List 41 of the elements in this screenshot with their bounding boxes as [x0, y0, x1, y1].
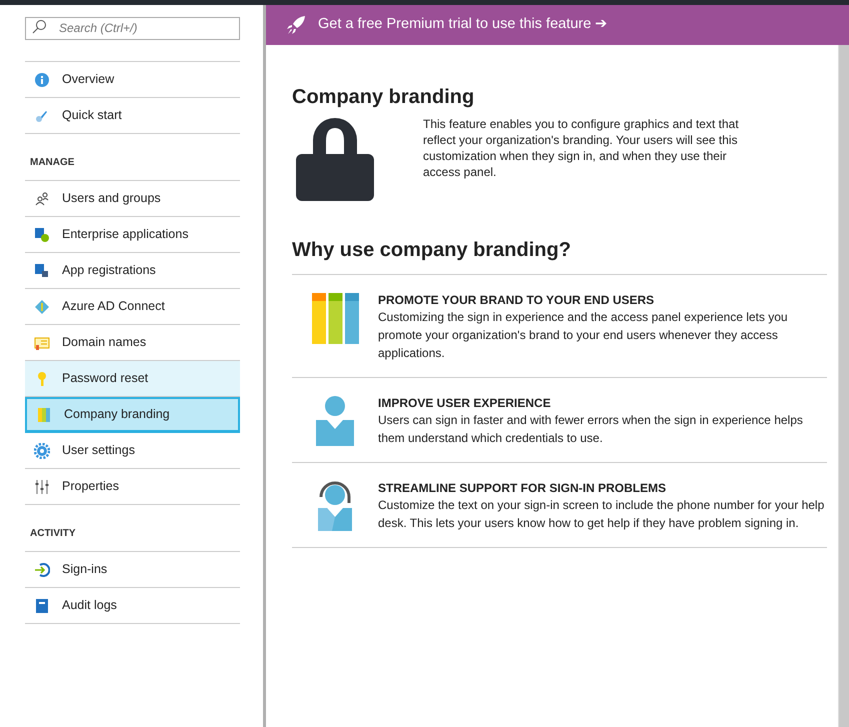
section-heading: ACTIVITY: [30, 527, 76, 541]
branding-icon: [36, 406, 52, 422]
feature-title: PROMOTE YOUR BRAND TO YOUR END USERS: [378, 292, 656, 308]
feature-text: Customize the text on your sign-in screen to include the phone number for your help desk. This lets your users know how to get help if they have problem signing in.: [378, 497, 826, 532]
users-icon: [34, 190, 50, 206]
nav-item[interactable]: Properties: [25, 469, 240, 505]
section-title: Why use company branding?: [292, 238, 572, 262]
scrollbar[interactable]: [838, 45, 849, 727]
info-icon: [34, 72, 50, 88]
user-icon: [316, 396, 354, 446]
headset-user-icon: [318, 481, 352, 531]
grid-cube-icon: [34, 262, 50, 278]
feature-title: STREAMLINE SUPPORT FOR SIGN-IN PROBLEMS: [378, 480, 668, 496]
book-icon: [34, 598, 50, 614]
nav-item[interactable]: Company branding: [25, 397, 240, 433]
nav-item[interactable]: Azure AD Connect: [25, 289, 240, 325]
search-field[interactable]: Search (Ctrl+/): [25, 16, 240, 40]
search-icon: [31, 19, 47, 35]
feature-description: This feature enables you to configure graphics and text that reflect your organization's branding. Your users will see this customization when they sign in, and when they use their access panel.: [423, 116, 740, 181]
feature-title: IMPROVE USER EXPERIENCE: [378, 395, 552, 411]
feature-text: Users can sign in faster and with fewer errors when the sign in experience helps them understand which credentials to use.: [378, 412, 804, 447]
feature-text: Customizing the sign in experience and the access panel experience lets you promote your organization's brand to your end users whenever they access applications.: [378, 309, 789, 362]
grid-globe-icon: [34, 226, 50, 242]
nav-item[interactable]: Sign-ins: [25, 552, 240, 588]
color-bars-icon: [312, 293, 358, 344]
settings-icon: [34, 442, 50, 458]
nav-item[interactable]: Password reset: [25, 361, 240, 397]
premium-trial-banner[interactable]: Get a free Premium trial to use this feature ➔: [266, 5, 849, 45]
sliders-icon: [34, 478, 50, 494]
sign-in-icon: [34, 562, 50, 578]
nav-item[interactable]: Overview: [25, 62, 240, 98]
nav-item[interactable]: Enterprise applications: [25, 217, 240, 253]
page-title: Company branding: [292, 85, 476, 109]
diamond-icon: [34, 298, 50, 314]
nav-item[interactable]: App registrations: [25, 253, 240, 289]
nav-item[interactable]: Audit logs: [25, 588, 240, 624]
section-heading: MANAGE: [30, 156, 74, 170]
nav-item[interactable]: User settings: [25, 433, 240, 469]
nav-item[interactable]: Quick start: [25, 98, 240, 134]
nav-item[interactable]: Users and groups: [25, 181, 240, 217]
certificate-icon: [34, 334, 50, 350]
